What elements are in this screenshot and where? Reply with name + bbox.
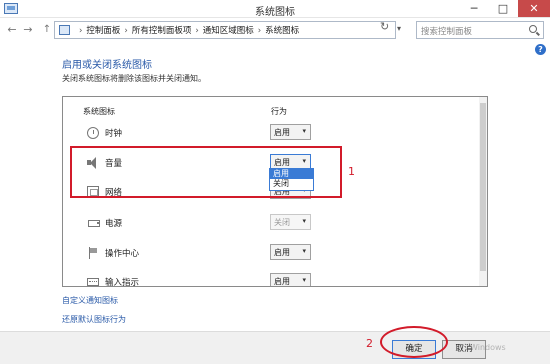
customize-notification-icons-link[interactable]: 自定义通知图标 xyxy=(62,295,118,306)
keyboard-icon xyxy=(87,278,99,286)
column-header-system-icon: 系统图标 xyxy=(83,107,115,116)
action-center-icon xyxy=(87,247,99,259)
select-value: 启用 xyxy=(274,277,290,286)
scrollbar[interactable] xyxy=(479,97,487,286)
breadcrumb-item[interactable]: 所有控制面板项 xyxy=(132,26,192,36)
scrollbar-thumb[interactable] xyxy=(480,103,486,271)
clock-icon xyxy=(87,127,99,139)
forward-arrow-icon[interactable]: → xyxy=(21,23,35,37)
breadcrumb-separator: › xyxy=(257,26,262,36)
row-label: 电源 xyxy=(105,219,123,229)
input-indicator-behavior-select[interactable]: 启用 ▾ xyxy=(270,273,311,286)
select-value: 启用 xyxy=(274,128,290,137)
row-label: 操作中心 xyxy=(105,249,140,259)
column-header-behavior: 行为 xyxy=(271,107,287,116)
breadcrumb-item[interactable]: 控制面板 xyxy=(86,26,120,36)
footer-bar: 确定 取消 xyxy=(0,331,550,364)
minimize-button[interactable]: ─ xyxy=(460,0,488,17)
breadcrumb: › 控制面板 › 所有控制面板项 › 通知区域图标 › 系统图标 xyxy=(75,24,299,36)
chevron-down-icon: ▾ xyxy=(302,217,306,225)
control-panel-small-icon xyxy=(59,25,70,35)
up-arrow-icon[interactable]: ↑ xyxy=(40,23,54,37)
address-dropdown-icon[interactable]: ▾ xyxy=(397,24,401,33)
clock-behavior-select[interactable]: 启用 ▾ xyxy=(270,124,311,140)
refresh-icon[interactable]: ↻ xyxy=(380,20,389,33)
chevron-down-icon: ▾ xyxy=(302,247,306,255)
address-row: ← → ↑ › 控制面板 › 所有控制面板项 › 通知区域图标 › 系统图标 ▾ ↻ 搜索控制… xyxy=(0,18,550,42)
breadcrumb-item[interactable]: 通知区域图标 xyxy=(203,26,254,36)
annotation-marker-2: 2 xyxy=(366,337,373,350)
chevron-down-icon: ▾ xyxy=(302,127,306,135)
row-action-center: 操作中心 启用 ▾ xyxy=(63,243,479,263)
maximize-button[interactable]: □ xyxy=(489,0,517,17)
title-bar: 系统图标 ─ □ ✕ xyxy=(0,0,550,18)
annotation-marker-1: 1 xyxy=(348,165,355,178)
row-label: 输入指示 xyxy=(105,278,140,287)
select-value: 启用 xyxy=(274,248,290,257)
action-center-behavior-select[interactable]: 启用 ▾ xyxy=(270,244,311,260)
search-input[interactable]: 搜索控制面板 xyxy=(416,21,544,39)
select-value: 关闭 xyxy=(274,218,290,227)
help-icon[interactable]: ? xyxy=(535,44,546,55)
watermark: Windows xyxy=(470,343,506,352)
chevron-down-icon: ▾ xyxy=(302,276,306,284)
row-label: 时钟 xyxy=(105,129,123,139)
page-title: 启用或关闭系统图标 xyxy=(62,60,152,71)
breadcrumb-item[interactable]: 系统图标 xyxy=(265,26,299,36)
back-arrow-icon[interactable]: ← xyxy=(5,23,19,37)
breadcrumb-separator: › xyxy=(195,26,199,36)
close-button[interactable]: ✕ xyxy=(518,0,550,17)
search-icon[interactable] xyxy=(529,25,537,33)
row-power: 电源 关闭 ▾ xyxy=(63,213,479,233)
restore-default-icon-behavior-link[interactable]: 还原默认图标行为 xyxy=(62,314,126,325)
power-icon xyxy=(87,217,100,229)
address-bar[interactable]: › 控制面板 › 所有控制面板项 › 通知区域图标 › 系统图标 ▾ xyxy=(54,21,401,39)
annotation-circle xyxy=(380,326,448,358)
page-description: 关闭系统图标将删除该图标并关闭通知。 xyxy=(62,74,206,83)
breadcrumb-separator: › xyxy=(124,26,128,36)
annotation-highlight-box xyxy=(70,146,342,198)
row-clock: 时钟 启用 ▾ xyxy=(63,123,479,143)
power-behavior-select: 关闭 ▾ xyxy=(270,214,311,230)
breadcrumb-separator: › xyxy=(79,26,83,36)
row-input-indicator: 输入指示 启用 ▾ xyxy=(63,272,479,287)
search-placeholder: 搜索控制面板 xyxy=(421,27,473,37)
